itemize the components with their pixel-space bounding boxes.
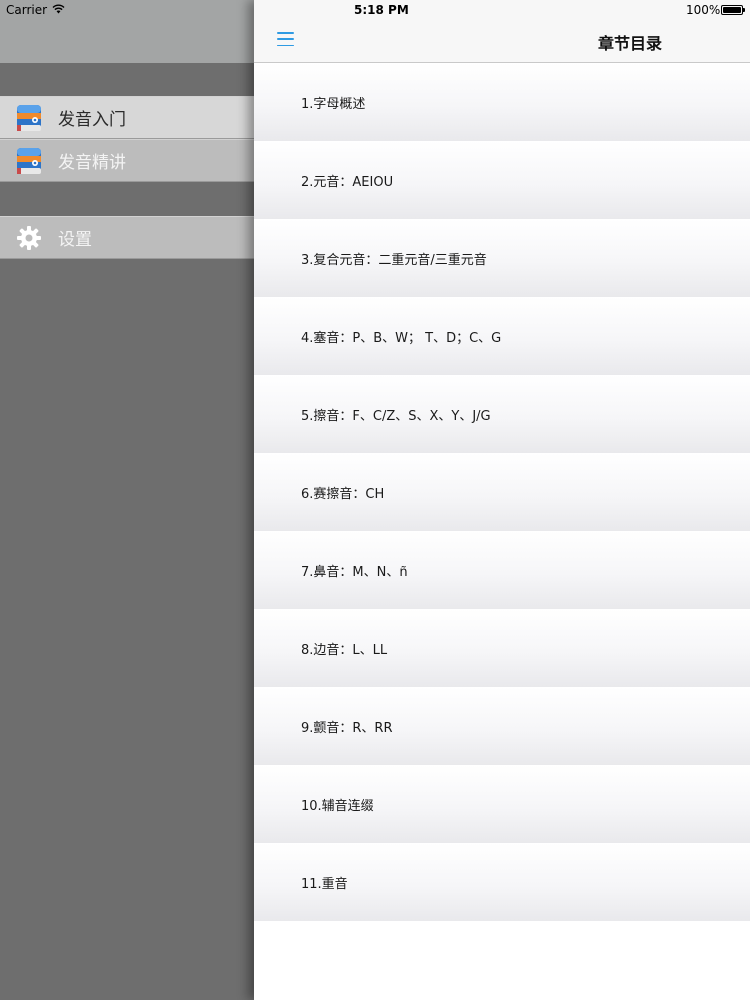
sidebar-item-settings[interactable]: 设置	[0, 216, 254, 259]
list-item[interactable]: 7.鼻音：M、N、ñ	[254, 531, 750, 609]
sidebar-item-label: 设置	[58, 230, 92, 250]
list-item[interactable]: 11.重音	[254, 843, 750, 921]
carrier-label: Carrier	[6, 3, 48, 17]
list-item[interactable]: 1.字母概述	[254, 63, 750, 141]
page-title: 章节目录	[597, 34, 662, 53]
clock: 5:18 PM	[354, 3, 409, 17]
list-item[interactable]: 8.边音：L、LL	[254, 609, 750, 687]
list-item[interactable]: 9.颤音：R、RR	[254, 687, 750, 765]
sidebar-item-label: 发音入门	[58, 110, 126, 130]
book-icon	[14, 146, 44, 176]
list-item[interactable]: 5.擦音：F、C/Z、S、X、Y、J/G	[254, 375, 750, 453]
list-item[interactable]: 10.辅音连缀	[254, 765, 750, 843]
hamburger-menu-icon[interactable]	[277, 32, 294, 46]
list-item[interactable]: 3.复合元音：二重元音/三重元音	[254, 219, 750, 297]
sidebar-item-pronunciation-detailed[interactable]: 发音精讲	[0, 139, 254, 182]
sidebar-item-pronunciation-intro[interactable]: 发音入门	[0, 96, 254, 139]
wifi-icon	[52, 4, 65, 14]
chapter-list: 1.字母概述 2.元音：AEIOU 3.复合元音：二重元音/三重元音 4.塞音：…	[254, 63, 750, 921]
list-item[interactable]: 6.赛擦音：CH	[254, 453, 750, 531]
app-screen: Carrier 5:18 PM 100% 发音入门 发音精讲 设置 章节目录 1…	[0, 0, 750, 1000]
list-item[interactable]: 4.塞音：P、B、W； T、D；C、G	[254, 297, 750, 375]
battery-percent: 100%	[686, 3, 721, 17]
sidebar-item-label: 发音精讲	[58, 153, 126, 173]
book-icon	[14, 103, 44, 133]
battery-icon	[721, 5, 745, 15]
sidebar: 发音入门 发音精讲 设置	[0, 0, 254, 1000]
list-item[interactable]: 2.元音：AEIOU	[254, 141, 750, 219]
chapter-panel: 章节目录 1.字母概述 2.元音：AEIOU 3.复合元音：二重元音/三重元音 …	[254, 0, 750, 1000]
gear-icon	[14, 223, 44, 253]
status-bar: Carrier 5:18 PM 100%	[0, 0, 750, 20]
